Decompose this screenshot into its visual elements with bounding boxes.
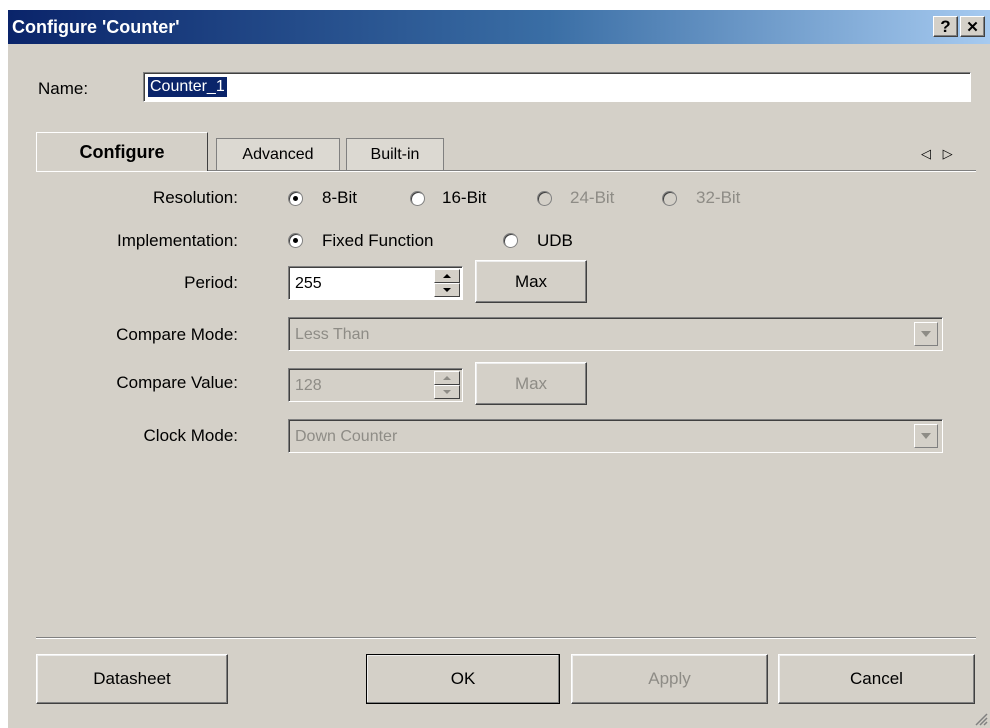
clock-mode-dropdown-button[interactable] [914,424,938,448]
cancel-button[interactable]: Cancel [778,654,975,704]
compare-mode-select[interactable]: Less Than [288,317,943,351]
clock-mode-label: Clock Mode: [143,426,238,445]
compare-mode-label: Compare Mode: [116,325,238,344]
compare-value-stepper[interactable]: 128 [288,368,463,402]
clock-mode-select[interactable]: Down Counter [288,419,943,453]
resolution-label: Resolution: [152,188,238,207]
tab-scroll-left-icon[interactable]: ◁ [921,146,931,161]
resolution-32bit-label: 32-Bit [696,188,741,207]
resolution-24bit-radio[interactable] [537,191,552,206]
resolution-32bit-radio[interactable] [662,191,677,206]
tab-advanced[interactable]: Advanced [216,138,340,170]
resolution-8bit-label: 8-Bit [322,188,357,207]
tab-built-in[interactable]: Built-in [346,138,444,170]
compare-value-spin [434,371,460,399]
tab-scroll-right-icon[interactable]: ▷ [943,146,953,161]
compare-value-label: Compare Value: [116,373,238,392]
implementation-label: Implementation: [117,231,238,250]
button-separator-highlight [36,638,976,639]
compare-value-max-button[interactable]: Max [475,362,587,405]
compare-mode-dropdown-button[interactable] [914,322,938,346]
close-button[interactable]: ✕ [960,16,985,37]
compare-mode-value: Less Than [295,326,370,343]
resolution-16bit-radio[interactable] [410,191,425,206]
name-label: Name: [38,79,89,98]
period-value: 255 [295,275,322,292]
resolution-24bit-label: 24-Bit [570,188,615,207]
tab-strip-highlight [36,171,976,172]
tab-scroll-arrows: ◁ ▷ [921,146,953,162]
chevron-down-icon [921,331,931,337]
name-input[interactable]: Counter_1 [143,72,971,102]
chevron-down-icon [921,433,931,439]
resolution-16bit-label: 16-Bit [442,188,487,207]
period-stepper[interactable]: 255 [288,266,463,300]
chevron-down-icon [443,288,451,292]
compare-value-decrement-button[interactable] [434,385,460,399]
resolution-8bit-radio[interactable] [288,191,303,206]
window-title: Configure 'Counter' [12,17,180,37]
implementation-fixed-function-label: Fixed Function [322,231,434,250]
close-icon: ✕ [966,18,979,36]
implementation-udb-label: UDB [537,231,573,250]
compare-value-value: 128 [295,377,322,394]
period-max-button[interactable]: Max [475,260,587,303]
clock-mode-value: Down Counter [295,428,398,445]
apply-button[interactable]: Apply [571,654,768,704]
tab-configure[interactable]: Configure [36,132,208,171]
implementation-fixed-function-radio[interactable] [288,233,303,248]
resize-grip-icon[interactable] [972,710,988,726]
ok-button[interactable]: OK [366,654,560,704]
period-label: Period: [184,273,238,292]
chevron-down-icon [443,390,451,394]
chevron-up-icon [443,376,451,380]
compare-value-increment-button[interactable] [434,371,460,385]
help-button[interactable]: ? [933,16,958,37]
title-bar[interactable]: Configure 'Counter' ? ✕ [8,10,990,44]
period-decrement-button[interactable] [434,283,460,297]
chevron-up-icon [443,274,451,278]
configure-dialog: Configure 'Counter' ? ✕ Name: Counter_1 … [8,10,990,728]
period-increment-button[interactable] [434,269,460,283]
implementation-udb-radio[interactable] [503,233,518,248]
name-value: Counter_1 [148,77,227,97]
datasheet-button[interactable]: Datasheet [36,654,228,704]
period-spin [434,269,460,297]
